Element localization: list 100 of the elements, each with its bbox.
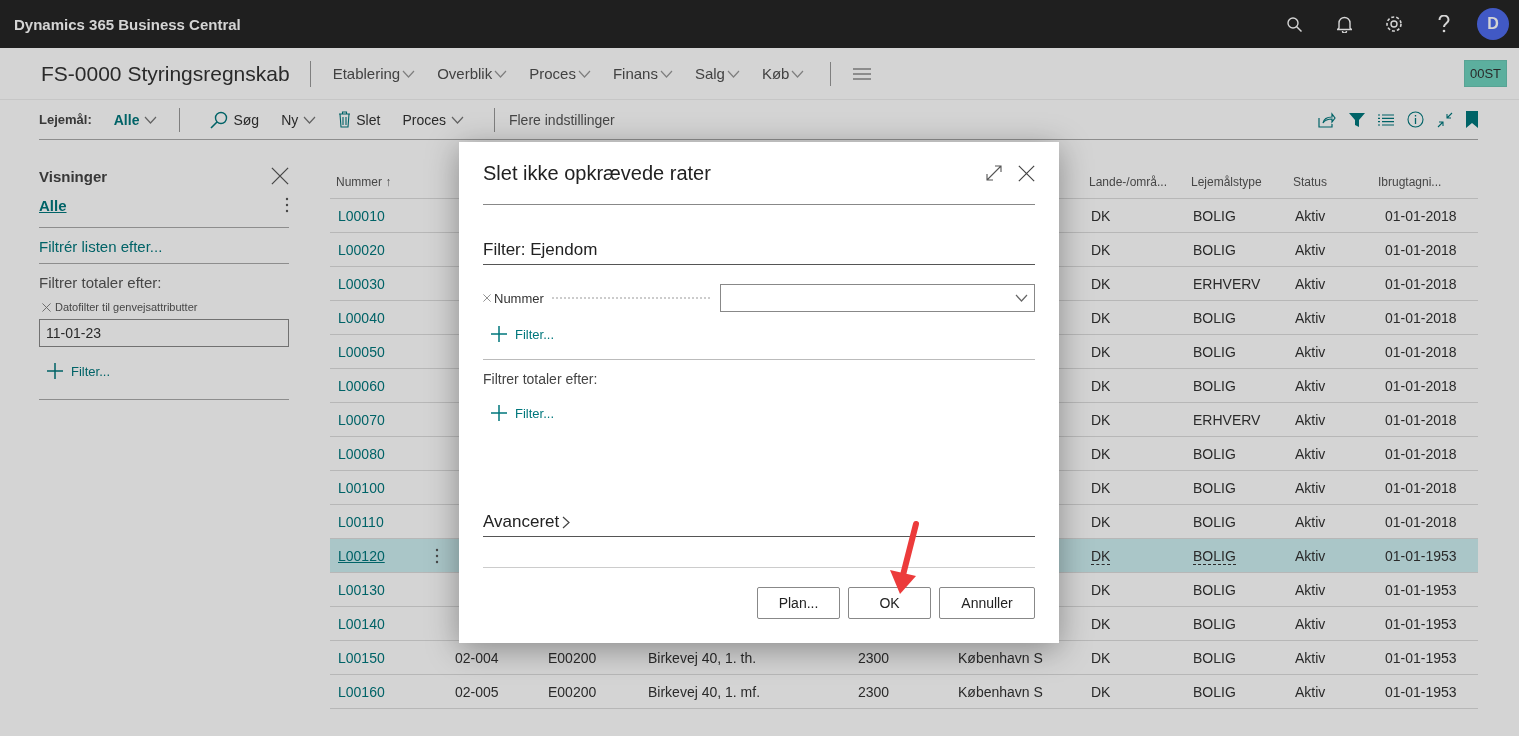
info-icon[interactable] [1407,111,1424,128]
table-cell-text: 01-01-2018 [1384,479,1458,496]
number-link[interactable]: L00070 [338,411,385,428]
dialog-button[interactable]: Annuller [939,587,1035,619]
number-link[interactable]: L00110 [338,513,384,530]
view-link[interactable]: Alle [39,196,67,214]
number-link[interactable]: L00140 [338,615,385,632]
nav-menu[interactable]: Salg [694,65,740,82]
nav-menu[interactable]: Proces [529,65,591,82]
table-cell: BOLIG [1193,207,1236,224]
table-cell-text: 01-01-2018 [1384,411,1458,428]
date-filter-field[interactable]: 11-01-23 [39,319,289,347]
close-icon[interactable] [1018,164,1035,182]
column-header[interactable]: Nummer ↑ [330,174,447,189]
filter-dropdown[interactable]: Alle [113,111,158,128]
dialog-button[interactable]: Plan... [757,587,840,619]
table-cell: DK [1091,547,1111,565]
expand-icon[interactable] [986,165,1002,181]
table-cell-text: Aktiv [1294,615,1327,632]
number-link[interactable]: L00060 [338,377,385,394]
list-icon[interactable] [1378,113,1394,126]
toolbar-action[interactable]: Slet [338,111,381,128]
table-cell: DK [1091,445,1111,462]
column-header[interactable]: Lejemålstype [1185,174,1287,189]
add-filter-link[interactable]: Filter... [483,312,1035,359]
plus-icon [491,326,507,342]
number-link[interactable]: L00160 [338,683,385,700]
number-link[interactable]: L00120 [338,547,385,564]
remove-icon[interactable] [483,294,491,302]
add-filter-link[interactable]: Filter... [483,391,1035,438]
nav-menu[interactable]: Etablering [332,65,416,82]
number-link[interactable]: L00100 [338,479,385,496]
user-avatar[interactable]: D [1477,8,1509,40]
more-options-link[interactable]: Flere indstillinger [508,111,615,128]
nav-menu[interactable]: Køb [761,65,805,82]
table-cell-text: Aktiv [1294,649,1327,666]
table-cell: DK [1091,241,1111,258]
company-badge[interactable]: 00ST [1463,60,1507,87]
table-cell-text: 01-01-2018 [1384,343,1458,360]
dialog-title: Slet ikke opkrævede rater [483,161,712,185]
column-header[interactable]: Lande-/områ... [1083,174,1185,189]
table-cell: DK [1091,615,1111,632]
table-cell-text: 01-01-1953 [1384,615,1458,632]
advanced-section-toggle[interactable]: Avanceret [483,512,1035,537]
number-link[interactable]: L00050 [338,343,385,360]
remove-icon[interactable] [42,302,51,312]
table-cell-text: 02-004 [454,649,500,666]
more-icon[interactable] [285,197,289,213]
number-link[interactable]: L00130 [338,581,385,598]
table-cell-text: Aktiv [1294,513,1327,530]
search-icon [210,110,229,129]
filter-label: Lejemål: [39,112,92,127]
table-cell: DK [1091,411,1111,428]
table-cell-text: 01-01-2018 [1384,207,1458,224]
nav-menu[interactable]: Overblik [437,65,508,82]
dialog-button[interactable]: OK [848,587,931,619]
table-cell-text: Aktiv [1294,309,1327,326]
bookmark-icon[interactable] [1466,111,1478,128]
filter-field-label: Datofilter til genvejsattributter [55,301,198,313]
toolbar-action[interactable]: Ny [281,111,317,128]
table-cell-text: Aktiv [1294,241,1327,258]
table-cell-text: København S [957,683,1044,700]
table-cell-text: Aktiv [1294,411,1327,428]
nav-menu[interactable]: Finans [612,65,673,82]
table-cell-text: 01-01-2018 [1384,309,1458,326]
filter-list-link[interactable]: Filtrér listen efter... [39,228,289,263]
bell-icon[interactable] [1336,15,1352,33]
chevron-down-icon [450,115,464,124]
totals-label: Filtrer totaler efter: [483,370,599,389]
settings-icon[interactable] [1385,15,1403,33]
column-header[interactable]: Ibrugtagni... [1372,174,1478,189]
table-row[interactable]: L00160 02-005 E00200 Birkevej 40, 1. mf. 2300 København S DK BOLIG Aktiv 01-01-1953 [330,675,1478,709]
number-link[interactable]: L00010 [338,207,385,224]
share-icon[interactable] [1318,111,1336,128]
toolbar-action[interactable]: Proces [402,111,464,128]
table-cell-text: Aktiv [1294,207,1327,224]
table-cell-text: E00200 [547,649,598,666]
number-link[interactable]: L00150 [338,649,385,666]
number-link[interactable]: L00030 [338,275,385,292]
table-cell: DK [1091,479,1111,496]
number-link[interactable]: L00080 [338,445,385,462]
more-icon[interactable] [435,547,439,564]
trash-icon [338,111,352,128]
collapse-icon[interactable] [1437,111,1453,128]
toolbar-action[interactable]: Søg [210,110,260,129]
help-icon[interactable] [1438,15,1450,33]
table-cell-text: 01-01-1953 [1384,649,1458,666]
table-cell: BOLIG [1193,343,1236,360]
column-header[interactable]: Status [1287,174,1372,189]
page-title: FS-0000 Styringsregnskab [41,60,311,87]
close-icon[interactable] [271,167,289,185]
chevron-down-icon [659,69,673,78]
filter-icon[interactable] [1349,111,1365,128]
add-filter-link[interactable]: Filter... [39,347,289,399]
table-cell: BOLIG [1193,547,1236,565]
number-link[interactable]: L00020 [338,241,385,258]
table-cell: DK [1091,513,1111,530]
filter-dropdown-field[interactable] [720,284,1035,312]
search-icon[interactable] [1286,16,1302,32]
number-link[interactable]: L00040 [338,309,385,326]
